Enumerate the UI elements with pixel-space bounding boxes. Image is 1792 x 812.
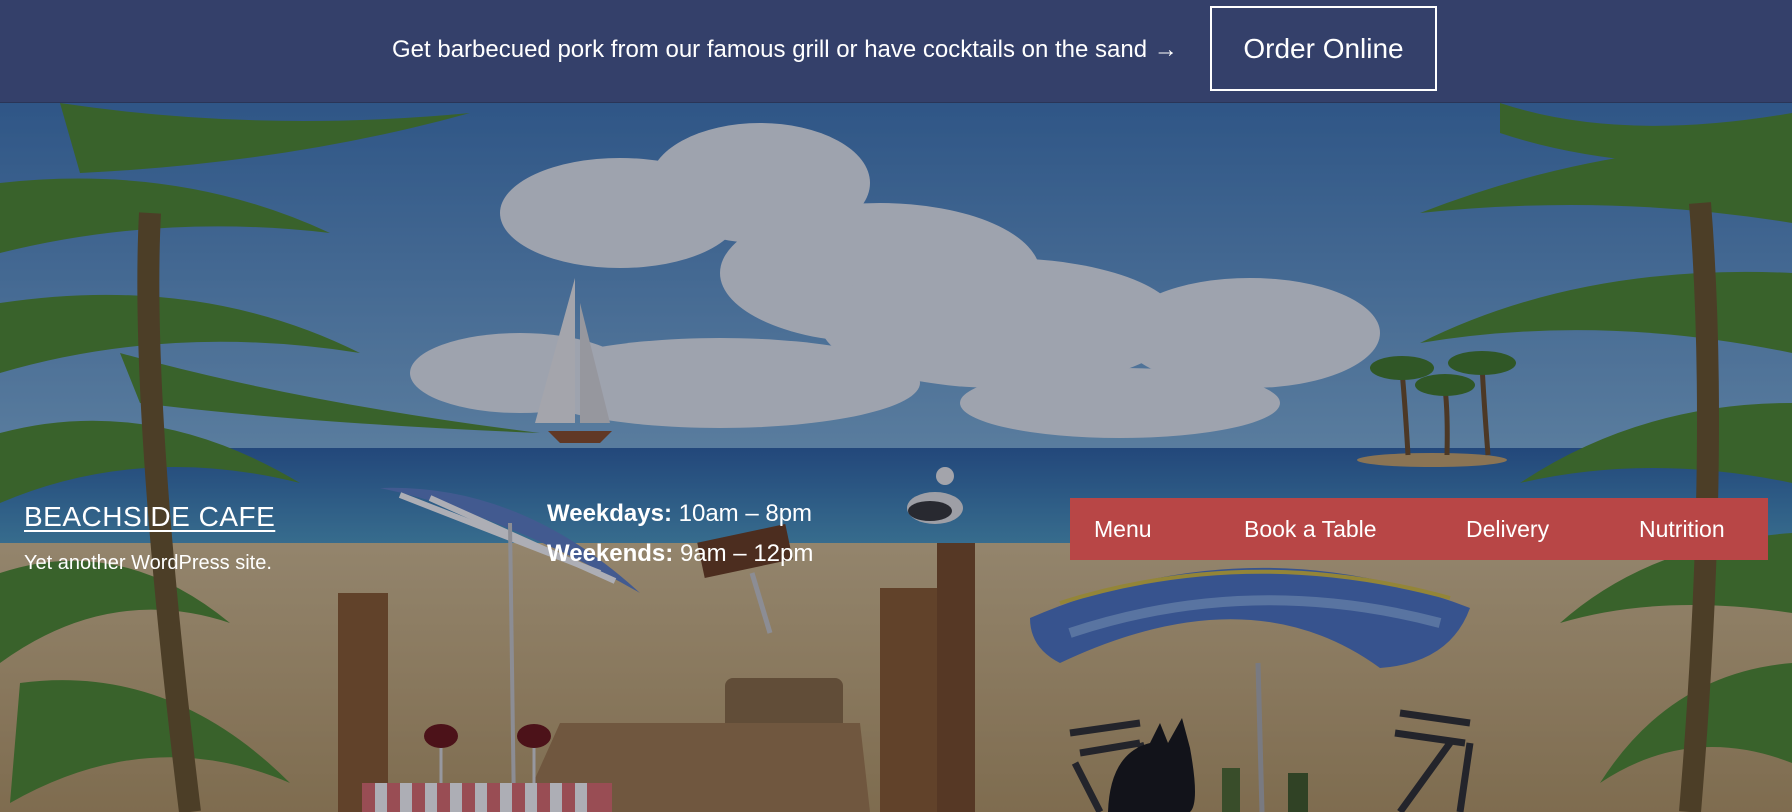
weekends-label: Weekends: bbox=[547, 540, 674, 567]
announcement-text: Get barbecued pork from our famous grill… bbox=[392, 36, 1178, 63]
site-tagline: Yet another WordPress site. bbox=[24, 552, 272, 574]
nav-item-nutrition[interactable]: Nutrition bbox=[1639, 516, 1725, 543]
weekdays-hours: Weekdays: 10am – 8pm bbox=[547, 494, 813, 534]
weekends-value: 9am – 12pm bbox=[679, 540, 814, 567]
hero-section: BEACHSIDE CAFE Yet another WordPress sit… bbox=[0, 103, 1792, 812]
weekdays-label: Weekdays: bbox=[547, 500, 672, 527]
order-online-button[interactable]: Order Online bbox=[1210, 6, 1437, 91]
nav-item-book-a-table[interactable]: Book a Table bbox=[1244, 516, 1377, 543]
site-title-link[interactable]: BEACHSIDE CAFE bbox=[24, 501, 275, 533]
weekends-hours: Weekends: 9am – 12pm bbox=[547, 534, 813, 574]
opening-hours: Weekdays: 10am – 8pm Weekends: 9am – 12p… bbox=[547, 494, 813, 574]
main-navigation: Menu Book a Table Delivery Nutrition bbox=[1070, 498, 1768, 560]
weekdays-value: 10am – 8pm bbox=[678, 500, 813, 527]
nav-item-menu[interactable]: Menu bbox=[1094, 516, 1152, 543]
beach-scene-illustration bbox=[0, 103, 1792, 812]
nav-item-delivery[interactable]: Delivery bbox=[1466, 516, 1549, 543]
announcement-bar: Get barbecued pork from our famous grill… bbox=[0, 0, 1792, 103]
